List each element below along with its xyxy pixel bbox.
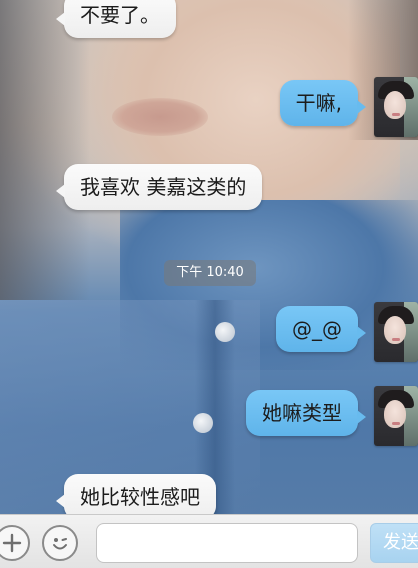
message-timestamp: 下午 10:40 bbox=[164, 260, 256, 286]
emoji-button[interactable] bbox=[42, 525, 78, 561]
send-button[interactable]: 发送 bbox=[370, 523, 418, 563]
user-avatar[interactable] bbox=[374, 77, 418, 137]
message-text: 她比较性感吧 bbox=[80, 485, 200, 509]
user-avatar[interactable] bbox=[374, 386, 418, 446]
message-text: 她嘛类型 bbox=[262, 401, 342, 425]
user-avatar[interactable] bbox=[374, 302, 418, 362]
add-attachment-button[interactable] bbox=[0, 525, 30, 561]
outgoing-message-bubble[interactable]: @_@ bbox=[276, 306, 366, 352]
background-shirt-button bbox=[193, 413, 213, 433]
emoji-icon bbox=[53, 538, 67, 550]
background-lips bbox=[112, 98, 208, 136]
message-text: 我喜欢 美嘉这类的 bbox=[80, 175, 247, 199]
background-shirt-button bbox=[215, 322, 235, 342]
outgoing-message-bubble[interactable]: 她嘛类型 bbox=[246, 390, 366, 436]
background-shadow bbox=[0, 0, 90, 300]
message-input[interactable] bbox=[96, 523, 358, 563]
message-text: 不要了。 bbox=[80, 3, 160, 27]
plus-icon bbox=[2, 533, 22, 553]
incoming-message-bubble[interactable]: 我喜欢 美嘉这类的 bbox=[55, 164, 263, 210]
message-input-bar: 发送 bbox=[0, 514, 418, 568]
incoming-message-bubble[interactable]: 不要了。 bbox=[56, 0, 176, 38]
message-text: 干嘛, bbox=[295, 91, 342, 115]
outgoing-message-bubble[interactable]: 干嘛, bbox=[279, 80, 367, 126]
message-text: @_@ bbox=[292, 317, 342, 341]
